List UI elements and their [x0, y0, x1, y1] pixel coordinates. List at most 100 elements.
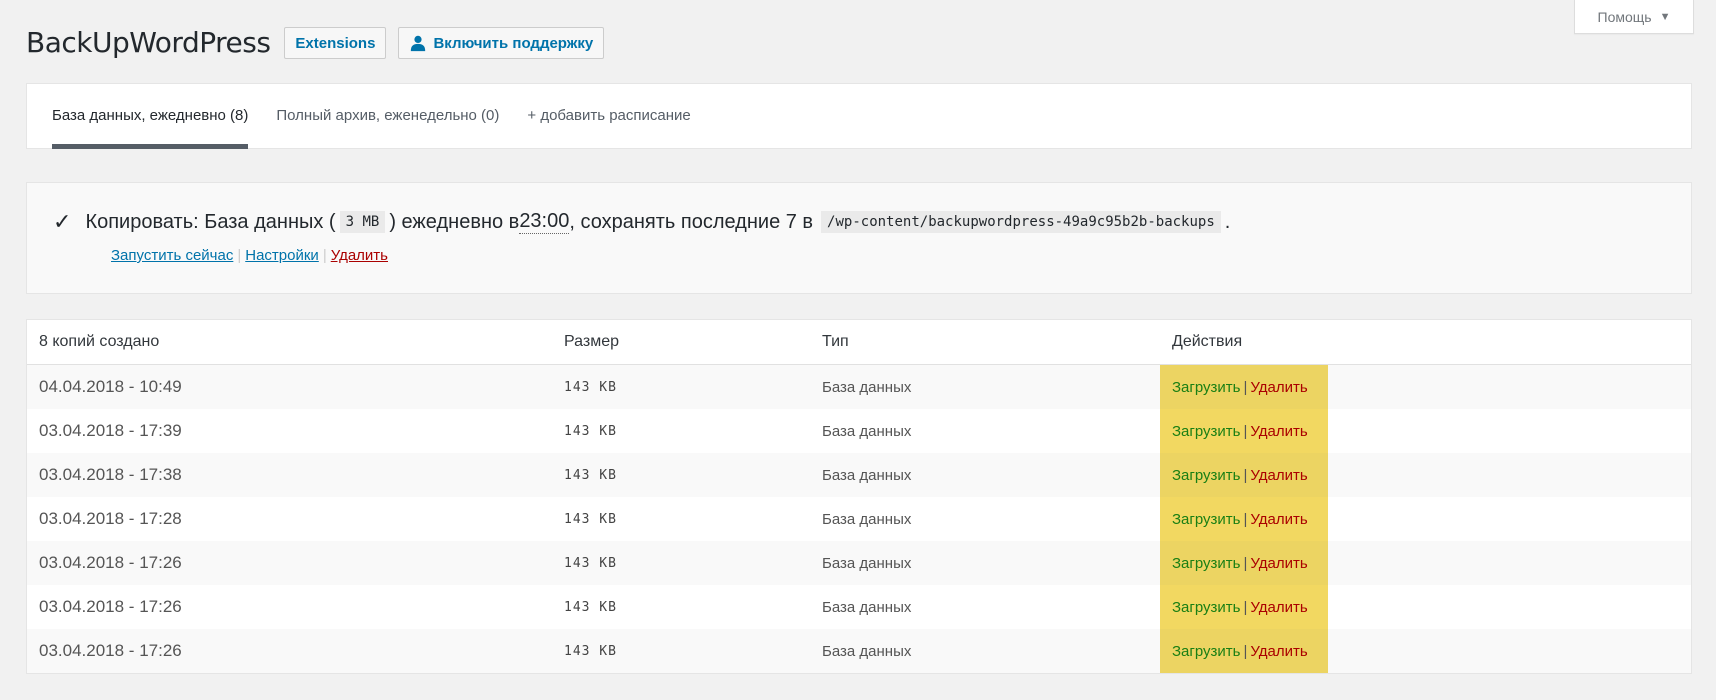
schedule-middle-text: ) ежедневно в — [389, 210, 520, 233]
backup-size: 143 KB — [552, 541, 810, 585]
backup-type: База данных — [822, 598, 912, 616]
action-separator: | — [1243, 598, 1248, 616]
page-title: BackUpWordPress — [26, 26, 271, 59]
caret-down-icon: ▼ — [1659, 10, 1671, 23]
checkmark-icon: ✓ — [53, 209, 72, 234]
backup-type: База данных — [822, 510, 912, 528]
backups-table: 8 копий создано Размер Тип Действия 04.0… — [27, 320, 1691, 673]
table-row: 03.04.2018 - 17:26 143 KB База данных За… — [27, 541, 1691, 585]
tab-add-schedule[interactable]: + добавить расписание — [527, 84, 690, 148]
backup-type: База данных — [810, 541, 1160, 585]
enable-support-label: Включить поддержку — [433, 34, 594, 52]
backup-date: 03.04.2018 - 17:38 — [27, 453, 552, 497]
backup-date: 03.04.2018 - 17:26 — [39, 597, 182, 616]
enable-support-button[interactable]: Включить поддержку — [398, 27, 605, 59]
header-created: 8 копий создано — [27, 320, 552, 365]
schedule-tabs: База данных, ежедневно (8) Полный архив,… — [26, 83, 1692, 149]
schedule-prefix: Копировать: База данных ( — [85, 210, 336, 233]
backups-table-container: 8 копий создано Размер Тип Действия 04.0… — [26, 319, 1692, 674]
user-icon — [411, 35, 426, 52]
download-link[interactable]: Загрузить — [1172, 467, 1241, 484]
backup-size: 143 KB — [552, 364, 810, 409]
action-separator: | — [1243, 466, 1248, 484]
link-separator: | — [322, 247, 327, 264]
backup-actions: Загрузить | Удалить — [1160, 629, 1328, 673]
schedule-retention-text: , сохранять последние 7 в — [569, 210, 814, 233]
row-spacer — [1328, 541, 1691, 585]
action-separator: | — [1243, 554, 1248, 572]
row-spacer — [1328, 629, 1691, 673]
row-spacer — [1328, 585, 1691, 629]
backup-type: База данных — [822, 422, 912, 440]
backup-date: 03.04.2018 - 17:26 — [27, 541, 552, 585]
extensions-button[interactable]: Extensions — [284, 27, 387, 59]
row-spacer — [1328, 497, 1691, 541]
table-row: 03.04.2018 - 17:38 143 KB База данных За… — [27, 453, 1691, 497]
table-row: 04.04.2018 - 10:49 143 KB База данных За… — [27, 364, 1691, 409]
header-size: Размер — [552, 320, 810, 365]
backup-type: База данных — [810, 629, 1160, 673]
backup-size: 143 KB — [564, 511, 617, 527]
schedule-actions: Запустить сейчас | Настройки | Удалить — [111, 247, 1665, 264]
table-row: 03.04.2018 - 17:39 143 KB База данных За… — [27, 409, 1691, 453]
backup-actions: Загрузить | Удалить — [1160, 497, 1328, 541]
backup-size: 143 KB — [564, 423, 617, 439]
row-spacer — [1328, 409, 1691, 453]
download-link[interactable]: Загрузить — [1172, 379, 1241, 396]
backup-date: 04.04.2018 - 10:49 — [27, 364, 552, 409]
schedule-description: ✓ Копировать: База данных ( 3 MB ) ежедн… — [53, 207, 1665, 237]
help-tab-button[interactable]: Помощь ▼ — [1574, 0, 1694, 34]
download-link[interactable]: Загрузить — [1172, 511, 1241, 528]
delete-backup-link[interactable]: Удалить — [1250, 599, 1307, 616]
tab-database-daily[interactable]: База данных, ежедневно (8) — [52, 84, 249, 149]
backup-type: База данных — [810, 364, 1160, 409]
schedule-suffix: . — [1224, 210, 1231, 233]
table-header-row: 8 копий создано Размер Тип Действия — [27, 320, 1691, 365]
help-tab-label: Помощь — [1597, 8, 1652, 25]
backup-actions: Загрузить | Удалить — [1160, 585, 1328, 629]
table-row: 03.04.2018 - 17:26 143 KB База данных За… — [27, 629, 1691, 673]
action-separator: | — [1243, 378, 1248, 396]
row-spacer — [1328, 453, 1691, 497]
backup-size: 143 KB — [564, 599, 617, 615]
action-separator: | — [1243, 642, 1248, 660]
delete-backup-link[interactable]: Удалить — [1250, 555, 1307, 572]
delete-backup-link[interactable]: Удалить — [1250, 511, 1307, 528]
header-actions: Действия — [1160, 320, 1328, 365]
delete-backup-link[interactable]: Удалить — [1250, 643, 1307, 660]
header-type: Тип — [810, 320, 1160, 365]
delete-backup-link[interactable]: Удалить — [1250, 467, 1307, 484]
table-row: 03.04.2018 - 17:28 143 KB База данных За… — [27, 497, 1691, 541]
schedule-path: /wp-content/backupwordpress-49a9c95b2b-b… — [821, 211, 1221, 233]
backup-actions: Загрузить | Удалить — [1160, 364, 1328, 409]
tab-full-archive-weekly[interactable]: Полный архив, еженедельно (0) — [276, 84, 499, 148]
download-link[interactable]: Загрузить — [1172, 423, 1241, 440]
backup-date: 03.04.2018 - 17:28 — [39, 509, 182, 528]
run-now-link[interactable]: Запустить сейчас — [111, 247, 233, 264]
delete-backup-link[interactable]: Удалить — [1250, 423, 1307, 440]
download-link[interactable]: Загрузить — [1172, 555, 1241, 572]
schedule-summary: ✓ Копировать: База данных ( 3 MB ) ежедн… — [26, 182, 1692, 294]
backup-type: База данных — [810, 453, 1160, 497]
header-spacer — [1328, 320, 1691, 365]
backup-actions: Загрузить | Удалить — [1160, 541, 1328, 585]
schedule-time: 23:00 — [519, 210, 570, 234]
action-separator: | — [1243, 510, 1248, 528]
table-row: 03.04.2018 - 17:26 143 KB База данных За… — [27, 585, 1691, 629]
backup-actions: Загрузить | Удалить — [1160, 409, 1328, 453]
schedule-size-badge: 3 MB — [339, 211, 386, 233]
delete-schedule-link[interactable]: Удалить — [331, 247, 388, 264]
action-separator: | — [1243, 422, 1248, 440]
backup-date: 03.04.2018 - 17:26 — [27, 629, 552, 673]
row-spacer — [1328, 364, 1691, 409]
settings-link[interactable]: Настройки — [245, 247, 319, 264]
link-separator: | — [237, 247, 242, 264]
delete-backup-link[interactable]: Удалить — [1250, 379, 1307, 396]
backup-actions: Загрузить | Удалить — [1160, 453, 1328, 497]
backup-size: 143 KB — [552, 453, 810, 497]
backup-size: 143 KB — [552, 629, 810, 673]
download-link[interactable]: Загрузить — [1172, 643, 1241, 660]
backup-date: 03.04.2018 - 17:39 — [39, 421, 182, 440]
download-link[interactable]: Загрузить — [1172, 599, 1241, 616]
page-header: BackUpWordPress Extensions Включить подд… — [26, 26, 616, 60]
